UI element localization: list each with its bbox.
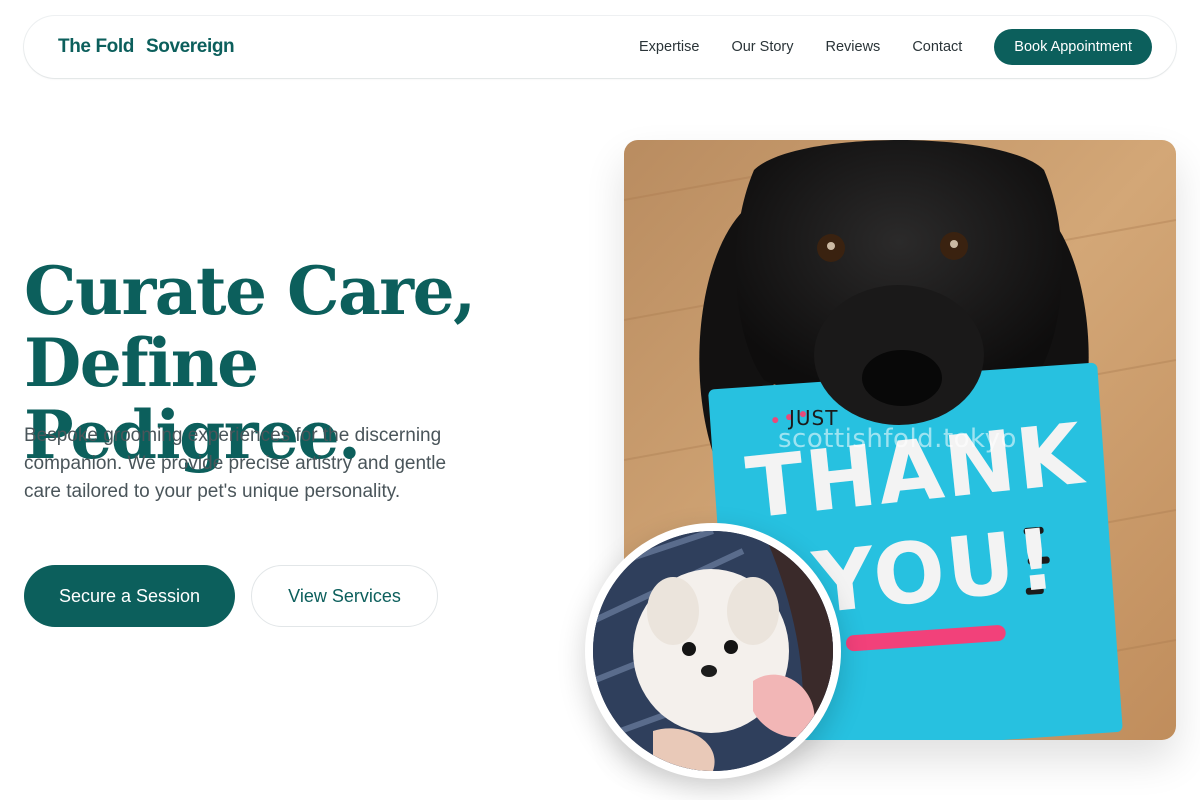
- hero-subtitle: Bespoke grooming experiences for the dis…: [24, 425, 447, 502]
- secure-session-button[interactable]: Secure a Session: [24, 565, 235, 627]
- view-services-button[interactable]: View Services: [251, 565, 438, 627]
- nav-link-our-story[interactable]: Our Story: [731, 39, 793, 55]
- photo-watermark: scottishfold.tokyo: [778, 424, 1017, 454]
- brand-name-part2: Sovereign: [145, 36, 235, 57]
- puppy-photo-circle: [585, 523, 841, 779]
- hero-title-line1: Curate Care,: [24, 252, 476, 330]
- book-appointment-button[interactable]: Book Appointment: [994, 29, 1152, 65]
- brand-logo[interactable]: The Fold Sovereign: [58, 36, 235, 58]
- navbar: The Fold Sovereign Expertise Our Story R…: [24, 16, 1176, 78]
- brand-name-part1: The Fold: [58, 36, 134, 57]
- nav-links: Expertise Our Story Reviews Contact: [639, 39, 962, 55]
- nav-link-expertise[interactable]: Expertise: [639, 39, 699, 55]
- nav-link-contact[interactable]: Contact: [912, 39, 962, 55]
- puppy-photo-illustration: [593, 531, 833, 771]
- nav-link-reviews[interactable]: Reviews: [826, 39, 881, 55]
